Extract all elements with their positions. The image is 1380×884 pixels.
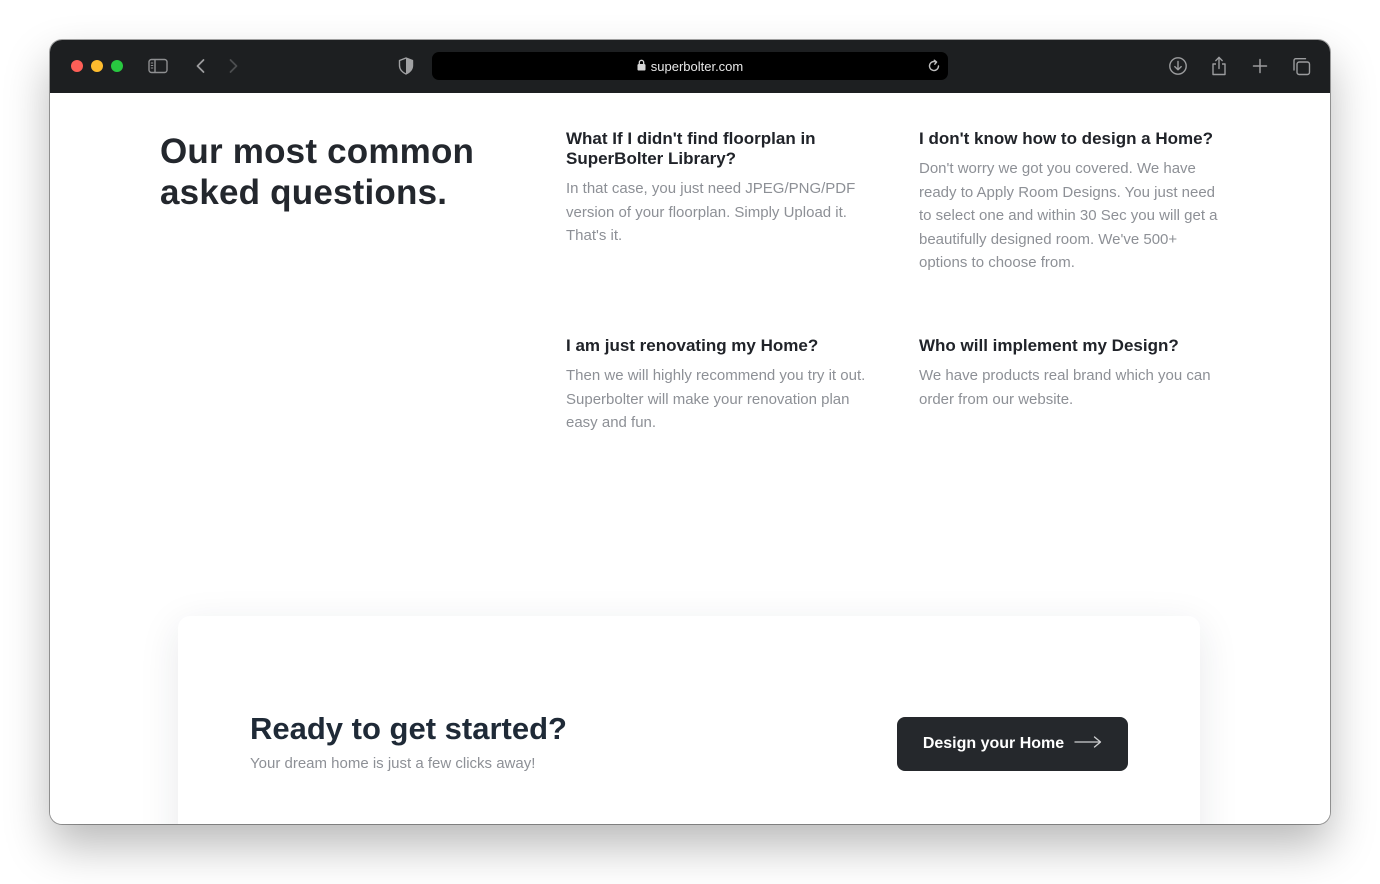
faq-question: What If I didn't find floorplan in Super… [566,129,816,168]
cta-subtitle: Your dream home is just a few clicks awa… [250,755,536,772]
tabs-overview-icon[interactable] [1289,54,1313,78]
lock-icon [637,59,646,74]
faq-item: I don't know how to design a Home? Don't… [919,129,1219,275]
close-window-button[interactable] [71,60,83,72]
zoom-window-button[interactable] [111,60,123,72]
cta-card: Ready to get started? Your dream home is… [178,616,1200,824]
reload-icon[interactable] [924,56,944,76]
forward-icon[interactable] [221,54,245,78]
faq-answer: We have products real brand which you ca… [919,367,1211,408]
faq-answer: In that case, you just need JPEG/PNG/PDF… [566,180,856,244]
faq-heading: Our most common asked questions. [160,132,475,212]
faq-item: Who will implement my Design? We have pr… [919,336,1219,411]
browser-window: superbolter.com Our most common asked qu… [50,40,1330,824]
page-content: Our most common asked questions. What If… [50,93,1330,824]
browser-toolbar: superbolter.com [50,40,1330,93]
faq-question: I don't know how to design a Home? [919,129,1213,148]
faq-answer: Don't worry we got you covered. We have … [919,160,1218,271]
faq-item: What If I didn't find floorplan in Super… [566,129,866,248]
faq-question: Who will implement my Design? [919,336,1179,355]
sidebar-icon[interactable] [146,54,170,78]
share-icon[interactable] [1207,54,1231,78]
faq-answer: Then we will highly recommend you try it… [566,367,866,431]
design-your-home-button[interactable]: Design your Home [897,717,1128,771]
arrow-right-icon [1074,735,1102,753]
back-icon[interactable] [189,54,213,78]
new-tab-icon[interactable] [1248,54,1272,78]
faq-question: I am just renovating my Home? [566,336,819,355]
cta-button-label: Design your Home [922,735,1065,752]
download-icon[interactable] [1166,54,1190,78]
address-bar[interactable]: superbolter.com [432,52,948,80]
address-url: superbolter.com [650,58,744,74]
faq-item: I am just renovating my Home? Then we wi… [566,336,866,435]
cta-title: Ready to get started? [250,711,567,746]
minimize-window-button[interactable] [91,60,103,72]
shield-icon[interactable] [394,54,418,78]
